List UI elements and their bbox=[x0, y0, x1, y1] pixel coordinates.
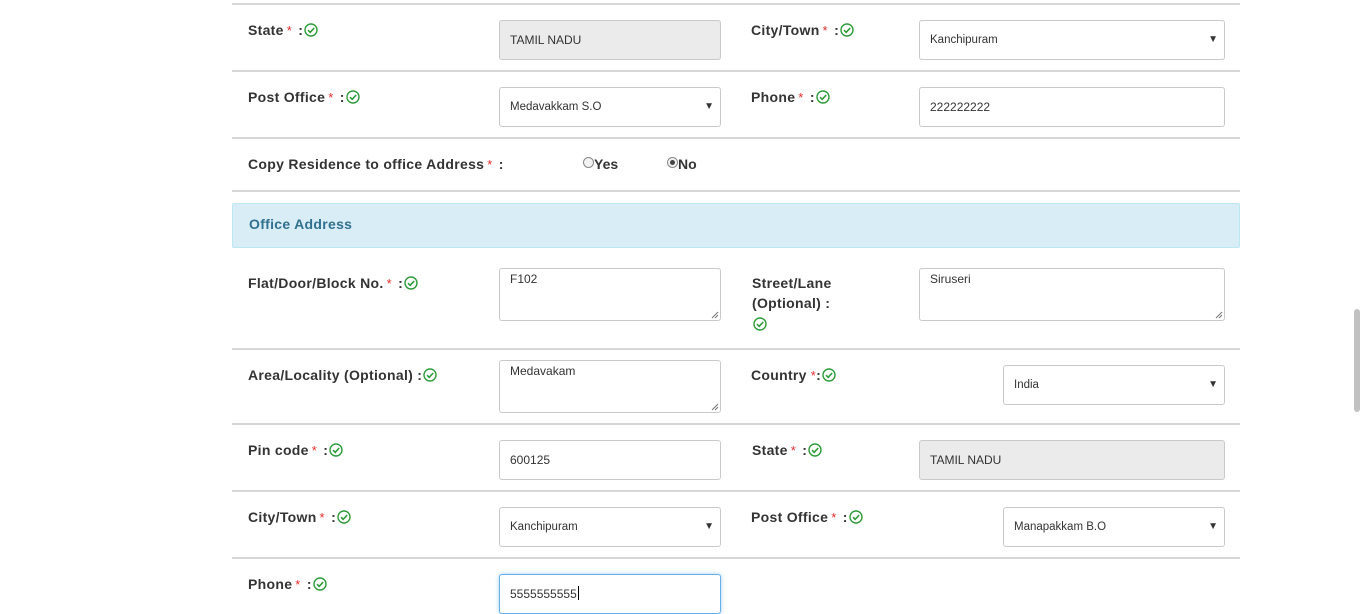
office-phone-input[interactable]: 5555555555 bbox=[499, 574, 721, 614]
office-pin-label: Pin code * : bbox=[248, 440, 343, 461]
residence-phone-input[interactable]: 222222222 bbox=[919, 87, 1225, 127]
divider bbox=[232, 348, 1240, 350]
copy-address-label: Copy Residence to office Address * : bbox=[248, 156, 504, 172]
copy-yes-radio[interactable]: Yes bbox=[583, 156, 618, 172]
divider bbox=[232, 423, 1240, 425]
check-circle-icon bbox=[304, 23, 318, 37]
radio-button[interactable] bbox=[583, 157, 594, 168]
residence-state-field[interactable]: TAMIL NADU bbox=[499, 20, 721, 60]
caret-down-icon: ▼ bbox=[1208, 521, 1218, 532]
office-street-textarea[interactable]: Siruseri bbox=[919, 268, 1225, 321]
office-city-select[interactable]: Kanchipuram ▼ bbox=[499, 507, 721, 547]
office-country-select[interactable]: India ▼ bbox=[1003, 365, 1225, 405]
office-state-field[interactable]: TAMIL NADU bbox=[919, 440, 1225, 480]
resize-grip-icon[interactable] bbox=[711, 311, 719, 319]
residence-city-label: City/Town * : bbox=[751, 20, 854, 41]
office-address-heading: Office Address bbox=[232, 203, 1240, 248]
divider bbox=[232, 490, 1240, 492]
residence-city-select[interactable]: Kanchipuram ▼ bbox=[919, 20, 1225, 60]
office-city-label: City/Town * : bbox=[248, 507, 351, 528]
office-pin-input[interactable]: 600125 bbox=[499, 440, 721, 480]
check-circle-icon bbox=[808, 443, 822, 457]
resize-grip-icon[interactable] bbox=[1215, 311, 1223, 319]
office-area-label: Area/Locality (Optional) : bbox=[248, 365, 437, 385]
residence-phone-label: Phone * : bbox=[751, 87, 830, 108]
residence-post-office-select[interactable]: Medavakkam S.O ▼ bbox=[499, 87, 721, 127]
office-phone-label: Phone * : bbox=[248, 574, 327, 595]
copy-no-radio[interactable]: No bbox=[667, 156, 697, 172]
check-circle-icon bbox=[423, 368, 437, 382]
office-state-label: State * : bbox=[752, 440, 822, 461]
divider bbox=[232, 137, 1240, 139]
office-area-textarea[interactable]: Medavakam bbox=[499, 360, 721, 413]
office-post-office-label: Post Office * : bbox=[751, 507, 863, 528]
divider bbox=[232, 3, 1240, 5]
radio-button-selected[interactable] bbox=[667, 157, 678, 168]
caret-down-icon: ▼ bbox=[704, 101, 714, 112]
divider bbox=[232, 70, 1240, 72]
scrollbar-thumb[interactable] bbox=[1354, 309, 1360, 412]
check-circle-icon bbox=[346, 90, 360, 104]
office-country-label: Country *: bbox=[751, 365, 836, 386]
office-post-office-select[interactable]: Manapakkam B.O ▼ bbox=[1003, 507, 1225, 547]
check-circle-icon bbox=[822, 368, 836, 382]
resize-grip-icon[interactable] bbox=[711, 403, 719, 411]
text-cursor bbox=[577, 586, 579, 600]
check-circle-icon bbox=[753, 317, 767, 331]
residence-state-label: State * : bbox=[248, 20, 318, 41]
check-circle-icon bbox=[337, 510, 351, 524]
check-circle-icon bbox=[816, 90, 830, 104]
divider bbox=[232, 190, 1240, 192]
check-circle-icon bbox=[313, 577, 327, 591]
caret-down-icon: ▼ bbox=[1208, 34, 1218, 45]
check-circle-icon bbox=[849, 510, 863, 524]
page-scrollbar[interactable] bbox=[1349, 0, 1366, 613]
office-flat-label: Flat/Door/Block No. * : bbox=[248, 273, 418, 294]
divider bbox=[232, 557, 1240, 559]
office-street-label: Street/Lane (Optional) : bbox=[752, 273, 832, 334]
check-circle-icon bbox=[840, 23, 854, 37]
check-circle-icon bbox=[329, 443, 343, 457]
caret-down-icon: ▼ bbox=[1208, 379, 1218, 390]
check-circle-icon bbox=[404, 276, 418, 290]
residence-post-office-label: Post Office * : bbox=[248, 87, 360, 108]
caret-down-icon: ▼ bbox=[704, 521, 714, 532]
address-form: State * : TAMIL NADU City/Town * : Kanchip… bbox=[232, 0, 1240, 614]
office-flat-textarea[interactable]: F102 bbox=[499, 268, 721, 321]
